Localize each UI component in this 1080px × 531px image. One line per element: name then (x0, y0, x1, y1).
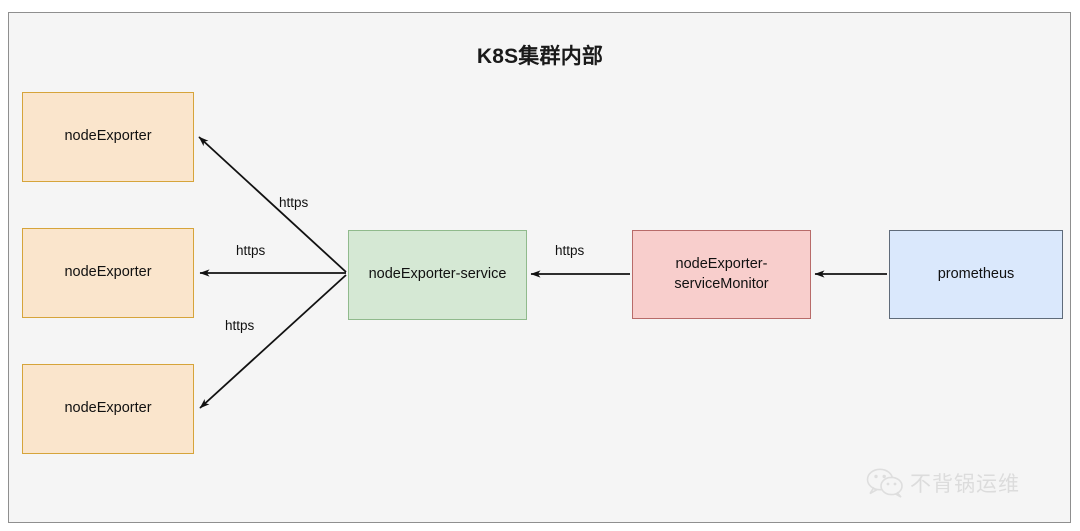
edge-label-https-2: https (236, 243, 266, 258)
edge-label-https-4: https (555, 243, 585, 258)
node-label-line-1: nodeExporter- (675, 255, 768, 272)
page-title: K8S集群内部 (476, 45, 604, 68)
node-exporter-3[interactable]: nodeExporter (22, 364, 194, 454)
node-exporter-1[interactable]: nodeExporter (22, 92, 194, 182)
node-label: nodeExporter- serviceMonitor (674, 255, 768, 294)
node-label: nodeExporter (64, 400, 152, 417)
node-exporter-service-monitor[interactable]: nodeExporter- serviceMonitor (632, 230, 811, 319)
node-label: nodeExporter-service (368, 266, 507, 283)
node-label: prometheus (937, 265, 1015, 282)
node-exporter-2[interactable]: nodeExporter (22, 228, 194, 318)
watermark: 不背锅运维 (866, 468, 1020, 498)
wechat-icon (866, 468, 903, 498)
watermark-text: 不背锅运维 (910, 472, 1020, 496)
node-exporter-service[interactable]: nodeExporter-service (348, 230, 527, 320)
node-label: nodeExporter (64, 264, 152, 281)
node-label: nodeExporter (64, 128, 152, 145)
edge-label-https-3: https (225, 318, 255, 333)
node-label-line-2: serviceMonitor (674, 275, 769, 292)
prometheus[interactable]: prometheus (889, 230, 1063, 319)
edge-label-https-1: https (279, 195, 309, 210)
diagram-canvas: K8S集群内部 nodeExporter nodeExporter nodeEx (0, 0, 1080, 531)
